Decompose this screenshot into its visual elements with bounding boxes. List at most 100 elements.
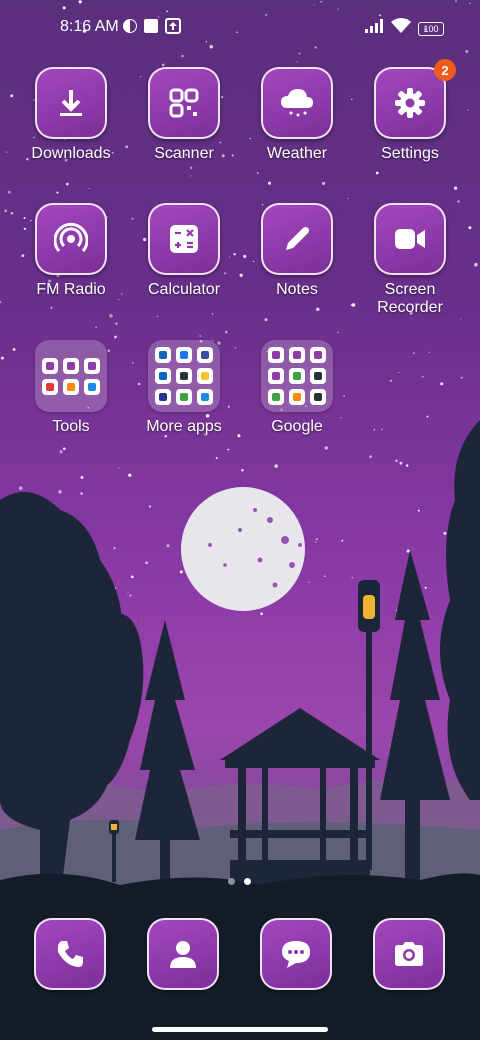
star [50,306,53,309]
app-calculator[interactable]: Calculator [134,203,234,299]
star [161,63,165,67]
star [121,293,123,295]
dock-contacts[interactable] [133,918,233,990]
star [264,318,268,322]
app-notes[interactable]: Notes [247,203,347,299]
star [316,538,318,540]
app-screen-recorder[interactable]: Screen Recorder [360,203,460,317]
page-dot-1[interactable] [228,878,235,885]
star [324,575,326,577]
upload-box-icon [165,18,181,39]
download-icon [60,90,82,116]
star [256,172,259,174]
star [115,322,118,325]
chrome-icon [289,368,305,384]
star [224,330,228,334]
app-tile[interactable] [35,203,107,275]
app-mini-icon [155,389,171,405]
star [239,273,243,277]
app-label: Scanner [154,145,214,162]
app-weather[interactable]: Weather [247,67,347,163]
dock-tile[interactable] [260,918,332,990]
star [399,461,403,465]
calculator-icon [170,225,198,253]
gesture-home-bar[interactable] [152,1027,328,1032]
dock-camera[interactable] [359,918,459,990]
star [460,376,463,379]
folder-more-apps[interactable]: More apps [134,340,234,436]
star [468,226,472,230]
dock-tile[interactable] [373,918,445,990]
folder-tools[interactable]: Tools [21,340,121,436]
wifi-icon [390,18,412,39]
star [212,313,214,315]
app-label: Settings [381,145,439,162]
folder-tile[interactable] [35,340,107,412]
status-bar: 8:16 AM 100 [0,0,480,56]
folder-label: Google [271,418,323,435]
app-tile[interactable]: 2 [374,59,456,139]
notification-square-icon [143,18,159,39]
star [109,314,113,318]
app-settings[interactable]: 2 Settings [360,59,460,163]
star [426,415,429,418]
compass-icon [84,357,100,374]
pencil-icon [286,227,309,250]
dock-phone[interactable] [20,918,120,990]
battery-icon: 100 [418,19,444,37]
app-downloads[interactable]: Downloads [21,67,121,163]
star [467,109,469,111]
star [422,376,424,378]
star [129,594,132,597]
star [227,448,230,451]
page-dot-2[interactable] [244,878,251,885]
star [95,326,98,329]
chat-bubble-icon [282,941,310,968]
folder-label: More apps [146,418,222,435]
app-tile[interactable] [261,67,333,139]
dock-messages[interactable] [246,918,346,990]
star [127,592,129,594]
star [166,544,170,548]
folder-tile[interactable] [148,340,220,412]
app-mini-icon [176,368,192,384]
maps-icon [310,347,326,363]
vpn-key-icon [122,18,138,39]
star [140,618,142,620]
star [308,581,310,583]
star [7,190,11,194]
dock-tile[interactable] [34,918,106,990]
dock-tile[interactable] [147,918,219,990]
star [156,315,158,317]
star [128,473,132,477]
folder-google[interactable]: Google [247,340,347,436]
app-tile[interactable] [35,67,107,139]
star [341,539,344,542]
app-tile[interactable] [148,67,220,139]
star [10,212,14,215]
app-scanner[interactable]: Scanner [134,67,234,163]
meet-icon [268,389,284,405]
app-tile[interactable] [148,203,220,275]
app-tile[interactable] [261,203,333,275]
gmail-icon [289,347,305,363]
folder-tile[interactable] [261,340,333,412]
star [189,166,193,170]
app-fm-radio[interactable]: FM Radio [21,203,121,299]
app-label: Screen Recorder [377,281,443,316]
star [351,577,353,579]
app-tile[interactable] [374,203,446,275]
star [179,570,183,574]
app-mini-icon [155,347,171,363]
star [267,181,272,185]
star [324,446,328,450]
star [351,303,356,307]
signal-strength-icon [364,18,386,39]
star [125,145,129,149]
star [190,175,192,177]
star [114,335,117,339]
star [80,476,84,479]
star [321,181,326,185]
microphone-icon [42,357,58,374]
photos-icon [289,389,305,405]
